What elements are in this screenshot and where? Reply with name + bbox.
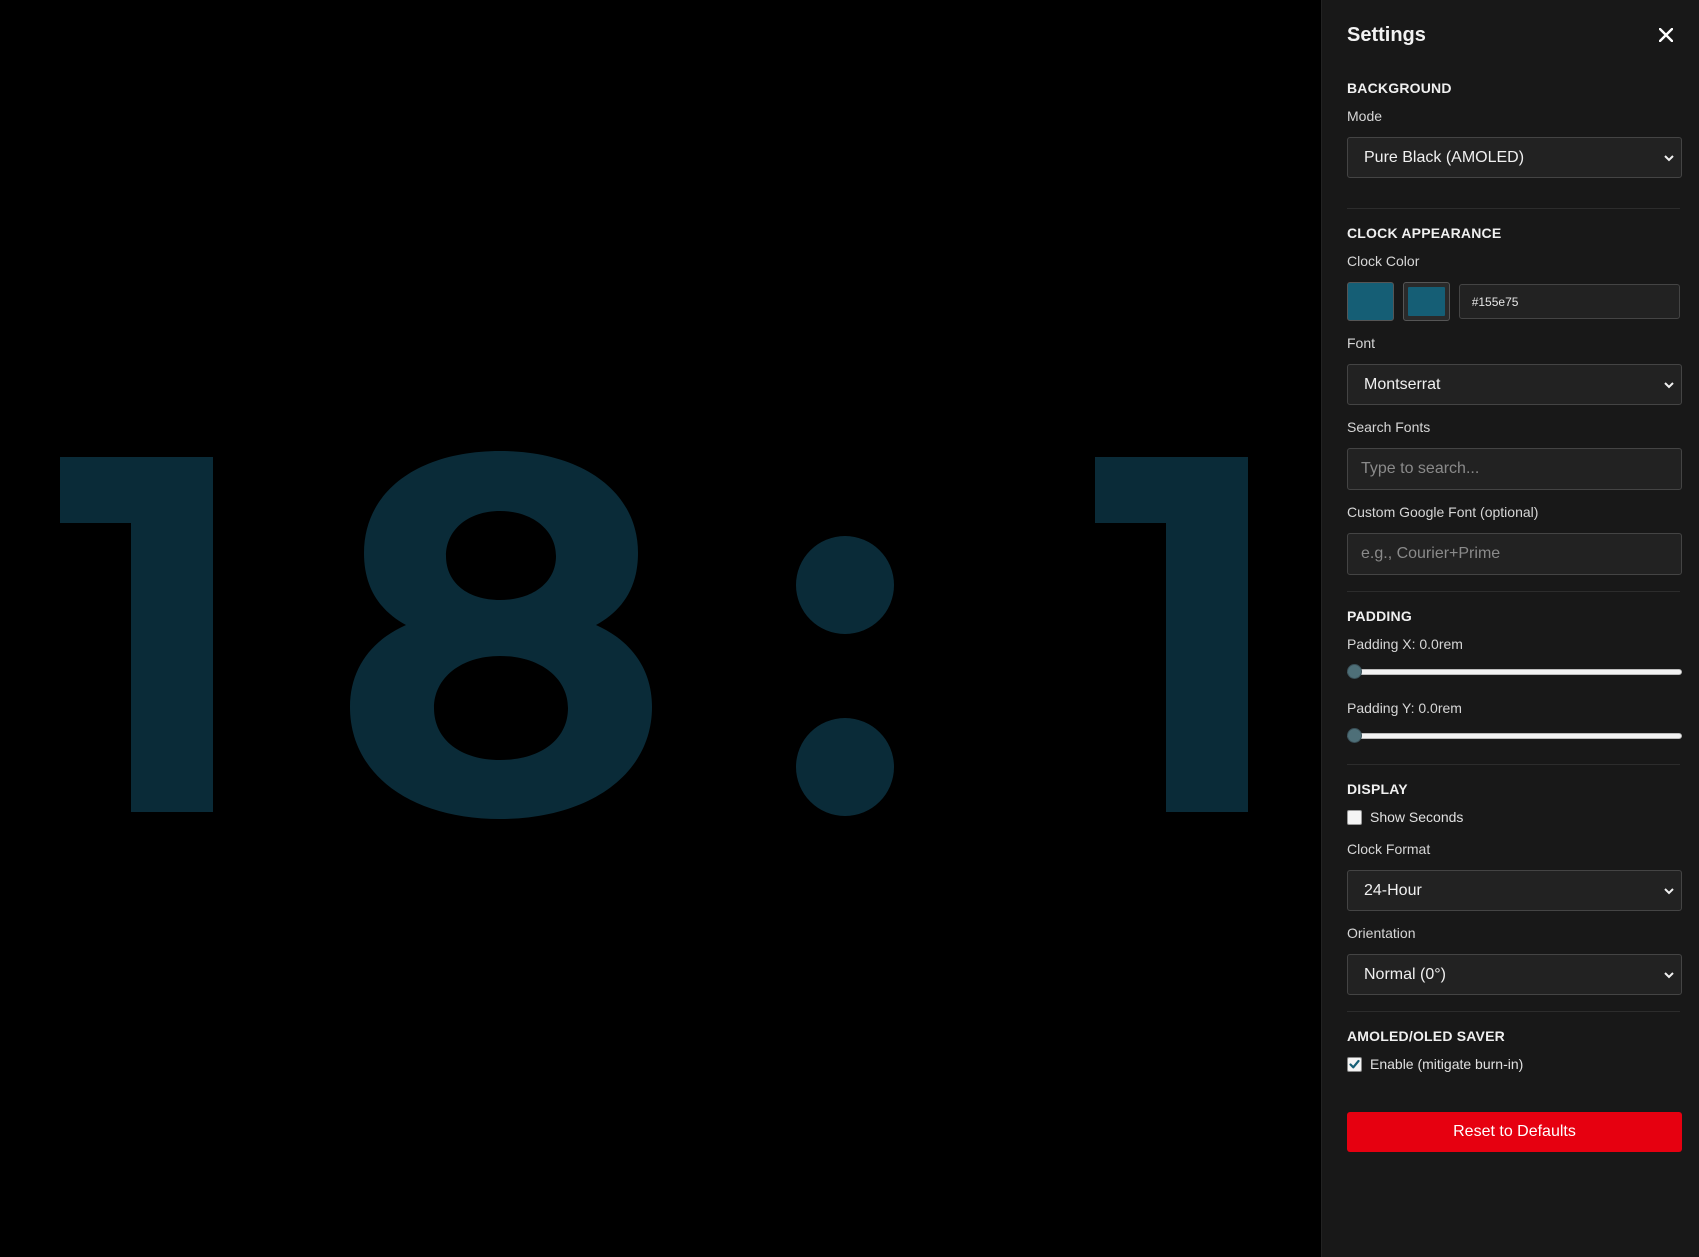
- display-section-title: DISPLAY: [1347, 781, 1408, 797]
- clock-digit-1: [60, 457, 213, 812]
- clock-color-row: [1347, 282, 1680, 321]
- show-seconds-checkbox[interactable]: [1347, 809, 1362, 825]
- clock-colon-bottom: [796, 718, 894, 816]
- padding-x-label: Padding X: 0.0rem: [1347, 636, 1463, 652]
- chevron-down-icon: [1664, 381, 1674, 388]
- display-section: DISPLAY Show Seconds Clock Format 24-Hou…: [1347, 781, 1682, 1012]
- clock-stage: [0, 0, 1321, 1257]
- padding-section: PADDING Padding X: 0.0rem Padding Y: 0.0…: [1347, 608, 1682, 765]
- clock-appearance-section-title: CLOCK APPEARANCE: [1347, 225, 1502, 241]
- custom-font-label: Custom Google Font (optional): [1347, 504, 1539, 520]
- checkmark-icon: [1349, 1059, 1360, 1068]
- clock-color-swatch[interactable]: [1347, 282, 1394, 321]
- padding-y-label: Padding Y: 0.0rem: [1347, 700, 1462, 716]
- padding-x-slider[interactable]: [1347, 664, 1682, 680]
- close-button[interactable]: [1654, 23, 1678, 47]
- clock-display: [60, 451, 1248, 819]
- chevron-down-icon: [1664, 154, 1674, 161]
- show-seconds-label: Show Seconds: [1370, 809, 1464, 825]
- clock-colon-top: [796, 536, 894, 634]
- mode-select-value: Pure Black (AMOLED): [1364, 148, 1525, 166]
- chevron-down-icon: [1664, 971, 1674, 978]
- clock-digit-1-second: [1095, 457, 1248, 812]
- amoled-saver-row[interactable]: Enable (mitigate burn-in): [1347, 1056, 1680, 1072]
- close-icon: [1659, 28, 1673, 42]
- orientation-select[interactable]: Normal (0°): [1347, 954, 1682, 995]
- padding-section-title: PADDING: [1347, 608, 1412, 624]
- show-seconds-row[interactable]: Show Seconds: [1347, 809, 1680, 825]
- clock-color-picker-fill: [1407, 287, 1445, 316]
- font-label: Font: [1347, 335, 1376, 351]
- amoled-saver-section-title: AMOLED/OLED SAVER: [1347, 1028, 1505, 1044]
- clock-digit-8: [350, 451, 652, 819]
- mode-select[interactable]: Pure Black (AMOLED): [1347, 137, 1682, 178]
- amoled-saver-checkbox[interactable]: [1347, 1056, 1362, 1072]
- reset-defaults-button[interactable]: Reset to Defaults: [1347, 1112, 1682, 1152]
- orientation-value: Normal (0°): [1364, 965, 1446, 983]
- background-section: BACKGROUND Mode Pure Black (AMOLED): [1347, 80, 1682, 209]
- chevron-down-icon: [1664, 887, 1674, 894]
- search-fonts-input[interactable]: [1347, 448, 1682, 490]
- padding-y-thumb[interactable]: [1347, 728, 1362, 743]
- amoled-saver-label: Enable (mitigate burn-in): [1370, 1056, 1524, 1072]
- settings-panel: Settings BACKGROUND Mode Pure Black (AMO…: [1321, 0, 1699, 1257]
- background-section-title: BACKGROUND: [1347, 80, 1452, 96]
- clock-appearance-section: CLOCK APPEARANCE Clock Color Font Montse…: [1347, 225, 1682, 592]
- font-select-value: Montserrat: [1364, 375, 1441, 393]
- custom-font-input[interactable]: [1347, 533, 1682, 575]
- padding-y-slider[interactable]: [1347, 728, 1682, 744]
- settings-header: Settings: [1347, 0, 1680, 70]
- amoled-saver-section: AMOLED/OLED SAVER Enable (mitigate burn-…: [1347, 1028, 1680, 1088]
- clock-format-select[interactable]: 24-Hour: [1347, 870, 1682, 911]
- clock-color-hex-input[interactable]: [1458, 284, 1680, 319]
- padding-x-track: [1347, 669, 1682, 675]
- padding-x-thumb[interactable]: [1347, 664, 1362, 679]
- clock-format-label: Clock Format: [1347, 841, 1431, 857]
- clock-color-label: Clock Color: [1347, 253, 1420, 269]
- settings-title: Settings: [1347, 23, 1426, 46]
- clock-format-value: 24-Hour: [1364, 881, 1422, 899]
- mode-label: Mode: [1347, 108, 1383, 124]
- search-fonts-label: Search Fonts: [1347, 419, 1431, 435]
- padding-y-track: [1347, 733, 1682, 739]
- font-select[interactable]: Montserrat: [1347, 364, 1682, 405]
- clock-color-picker[interactable]: [1402, 282, 1450, 321]
- orientation-label: Orientation: [1347, 925, 1416, 941]
